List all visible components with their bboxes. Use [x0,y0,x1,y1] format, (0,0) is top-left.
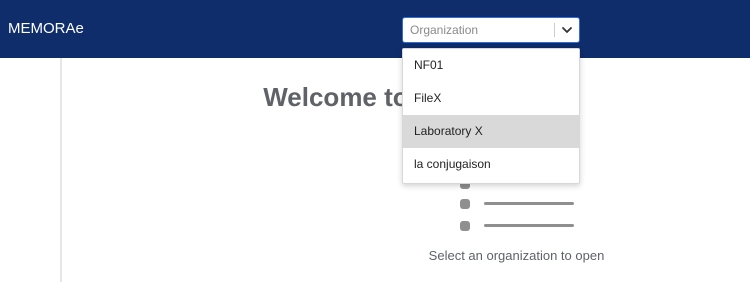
organization-select-input[interactable] [404,19,552,41]
empty-dot-icon [460,199,470,209]
organization-options-menu: NF01 FileX Laboratory X la conjugaison [402,48,580,184]
empty-hint: Select an organization to open [428,248,605,263]
chevron-down-icon[interactable] [555,18,579,42]
organization-select[interactable] [402,17,580,43]
app-title: MEMORAe [8,20,84,37]
empty-dot-icon [460,221,470,231]
option-filex[interactable]: FileX [403,82,579,115]
empty-line [484,202,574,205]
option-nf01[interactable]: NF01 [403,49,579,82]
option-laboratory-x[interactable]: Laboratory X [403,115,579,148]
empty-line [484,224,574,227]
option-la-conjugaison[interactable]: la conjugaison [403,148,579,181]
top-bar: MEMORAe [0,0,750,58]
